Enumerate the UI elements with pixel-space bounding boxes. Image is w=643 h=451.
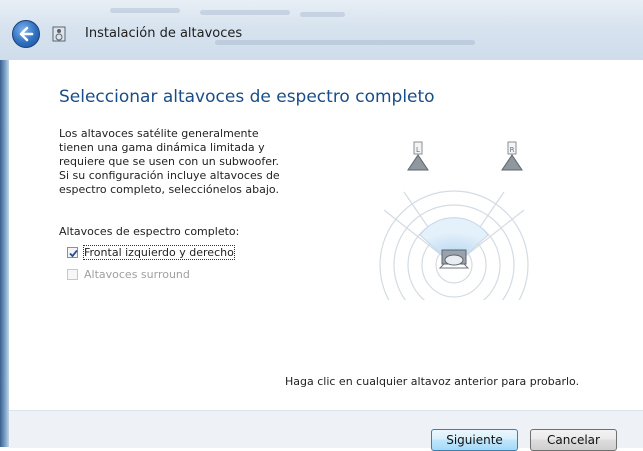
back-button[interactable] — [12, 20, 40, 48]
window-title: Instalación de altavoces — [85, 26, 243, 41]
speaker-right-icon[interactable]: R — [501, 141, 523, 171]
window-frame-left — [0, 0, 9, 447]
background-blur — [110, 8, 180, 13]
next-button[interactable]: Siguiente — [431, 429, 518, 451]
wizard-content: Seleccionar altavoces de espectro comple… — [9, 60, 643, 410]
test-hint-text: Haga clic en cualquier altavoz anterior … — [285, 375, 580, 388]
wizard-footer: Siguiente Cancelar — [9, 410, 643, 451]
speaker-right-label: R — [510, 146, 515, 154]
description-text: Los altavoces satélite generalmente tien… — [59, 127, 280, 196]
checkbox-label: Frontal izquierdo y derecho — [83, 245, 235, 260]
speaker-diagram: L R — [379, 141, 529, 300]
checkmark-icon — [69, 249, 78, 258]
cancel-button[interactable]: Cancelar — [530, 429, 617, 451]
checkbox-box[interactable] — [67, 247, 78, 258]
page-title: Seleccionar altavoces de espectro comple… — [59, 87, 435, 107]
title-bar: Instalación de altavoces — [0, 0, 643, 60]
speaker-setup-icon — [52, 26, 66, 42]
speaker-left-icon[interactable]: L — [407, 141, 429, 171]
fullrange-group-label: Altavoces de espectro completo: — [59, 225, 240, 238]
checkbox-box[interactable] — [67, 269, 78, 280]
speaker-left-label: L — [416, 146, 420, 154]
checkbox-label: Altavoces surround — [84, 268, 190, 281]
back-arrow-icon — [19, 26, 34, 42]
background-blur — [300, 12, 345, 17]
background-blur — [200, 10, 290, 15]
background-blur — [215, 40, 475, 45]
